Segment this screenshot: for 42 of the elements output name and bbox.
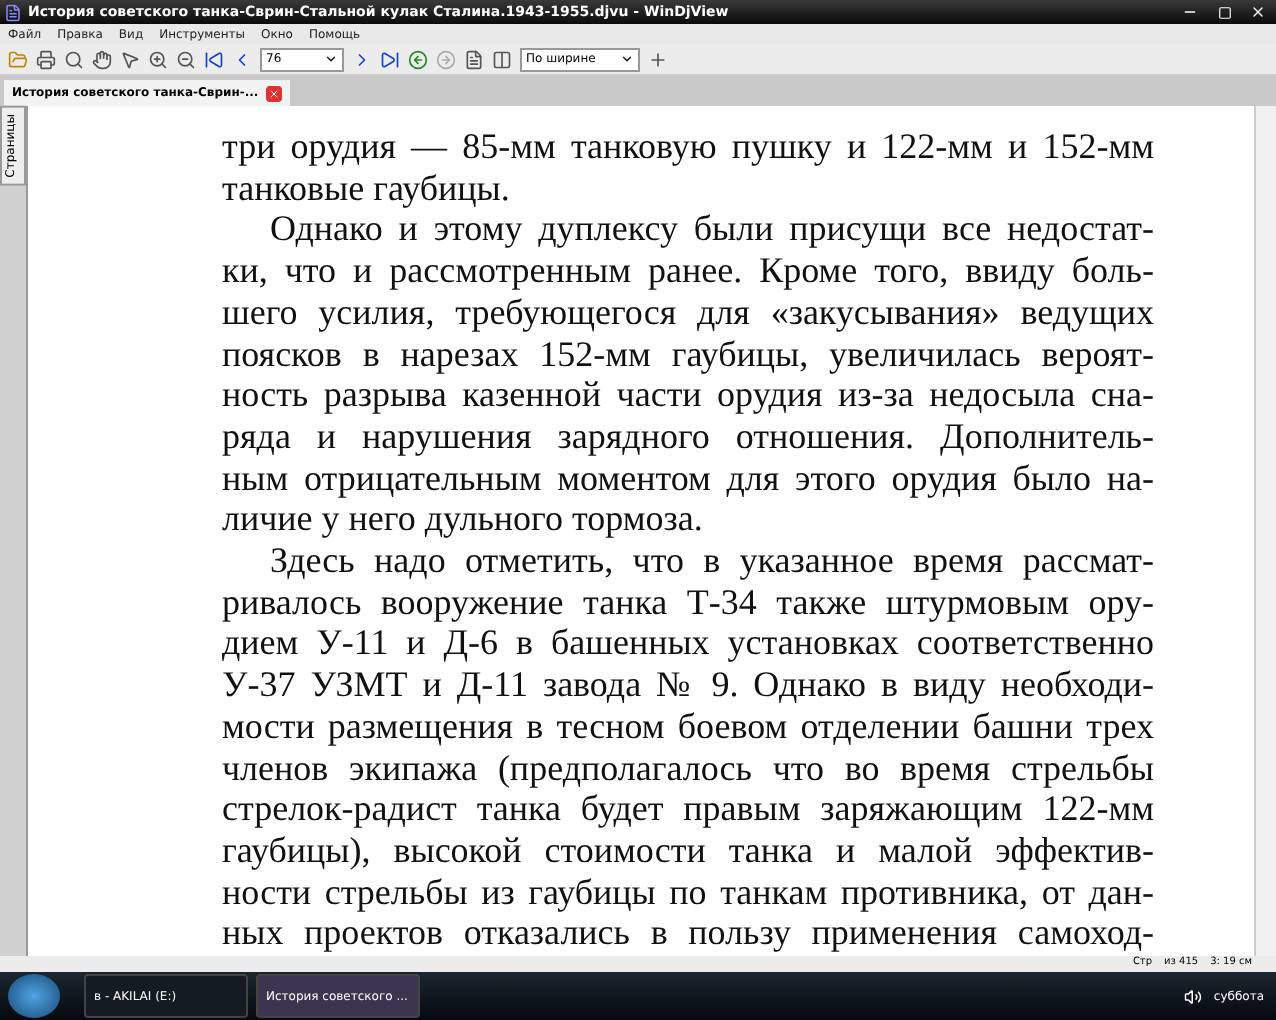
text-line: ности стрельбы из гаубицы по танкам противника, от дан- <box>222 871 1154 913</box>
page-icon[interactable] <box>464 49 484 69</box>
dropdown-icon[interactable] <box>324 52 338 66</box>
text-line: ки, что и рассмотренным ранее. Кроме того, ввиду боль- <box>222 250 1154 292</box>
pointer-icon[interactable] <box>120 49 140 69</box>
text-line: гаубицы), высокой стоимости танка и малой эффектив- <box>222 829 1154 872</box>
start-button[interactable] <box>8 974 60 1018</box>
text-line: ным отрицательным моментом для этого орудия было на- <box>222 457 1154 499</box>
first-page-icon[interactable] <box>204 49 224 69</box>
text-line: шего усилия, требующегося для «закусывания» ведущих <box>222 291 1154 334</box>
zoom-in-icon[interactable] <box>648 49 668 69</box>
text-line: ных проектов отказались в пользу применения самоход- <box>222 912 1154 955</box>
print-icon[interactable] <box>36 49 56 69</box>
text-line: три орудия — 85-мм танковую пушку и 122-мм и 152-мм <box>222 126 1154 168</box>
zoom-in-icon[interactable] <box>148 49 168 69</box>
text-line: ряда и нарушения зарядного отношения. Дополнитель- <box>222 415 1154 458</box>
text-line: стрелок-радист танка будет правым заряжающим 122-мм <box>222 788 1154 830</box>
dropdown-icon[interactable] <box>620 52 634 66</box>
text-line: танковые гаубицы. <box>222 167 512 209</box>
close-icon <box>1250 4 1266 20</box>
maximize-icon <box>1217 5 1231 19</box>
scrollbar[interactable] <box>1254 106 1276 956</box>
text-line: личие у него дульного тормоза. <box>222 498 705 541</box>
two-page-icon[interactable] <box>492 49 512 69</box>
text-line: мости размещения в тесном боевом отделении башни трех <box>222 705 1154 748</box>
text-line: ривалось вооружение танка Т-34 также штурмовым ору- <box>222 581 1154 623</box>
app-icon <box>4 3 22 21</box>
text-line: дием У-11 и Д-6 в башенных установках соответственно <box>222 622 1154 665</box>
zoom-out-icon[interactable] <box>176 49 196 69</box>
text-line: поясков в нарезах 152-мм гаубицы, увеличилась вероят- <box>222 333 1154 375</box>
hand-icon[interactable] <box>92 49 112 69</box>
folder-icon[interactable] <box>8 49 28 69</box>
text-line: ность разрыва казенной части орудия из-за недосыла сна- <box>222 374 1154 416</box>
text-line: Здесь надо отметить, что в указанное время рассмат- <box>268 540 1154 582</box>
close-icon[interactable] <box>266 85 283 101</box>
back-icon[interactable] <box>408 49 428 69</box>
text-line: У-37 УЗМТ и Д-11 завода № 9. Однако в виду необходи- <box>222 664 1154 706</box>
text-line: Однако и этому дуплексу были присущи все недостат- <box>268 208 1154 251</box>
search-icon[interactable] <box>64 49 84 69</box>
volume-icon[interactable] <box>1183 987 1202 1005</box>
text-line: членов экипажа (предполагалось что во время стрельбы <box>222 747 1154 789</box>
last-page-icon[interactable] <box>380 49 400 69</box>
